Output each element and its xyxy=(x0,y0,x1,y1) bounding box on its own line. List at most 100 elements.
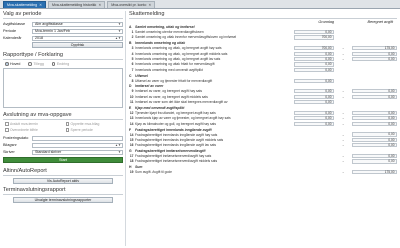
line-description: Fradragsberettiget innenlands inngående … xyxy=(135,137,224,142)
tab-3[interactable]: Mva-oversikt pr. konto ✕ xyxy=(107,1,156,8)
basis-amount: 0,00 xyxy=(294,100,334,105)
line-description: Kjøp av klimakvoter og gull, og beregnet… xyxy=(135,121,216,126)
line-description: Innenlands omsetning og uttak fritatt fo… xyxy=(135,62,215,67)
tax-return-title: Skattemelding xyxy=(129,11,397,19)
tax-line: 5 Innenlands omsetning og uttak, og bereg… xyxy=(129,56,397,62)
form-row: Avgiftsklasse Alm avgiftsklasse ▼ xyxy=(3,21,123,27)
basis-amount: 700,00 xyxy=(294,35,334,40)
tax-line: 4 Innenlands omsetning og uttak, og bereg… xyxy=(129,51,397,56)
field-value: Standard skriver xyxy=(35,150,62,154)
category-title: Fradragsberettiget innførselsmerverdiavg… xyxy=(135,149,206,154)
tax-amount: 175,00 xyxy=(352,170,397,175)
category-title: Innenlands omsetning og uttak xyxy=(135,41,186,46)
field-label: Avgiftsklasse xyxy=(3,22,26,26)
field-input[interactable] xyxy=(32,135,123,141)
line-description: Tjenester kjøpt fra utlandet, og beregne… xyxy=(135,110,216,115)
tax-line: 13 Innenlands kjøp av varer og tjenester,… xyxy=(129,116,397,121)
radio-label: Tillegg xyxy=(33,62,44,66)
start-button[interactable]: Start xyxy=(3,157,123,163)
tab-bar: Mva-skattemelding ✕ Mva-skattemelding hist… xyxy=(0,0,400,9)
tax-line: 16 Fradragsberettiget innenlands inngåend… xyxy=(129,143,397,148)
chevron-down-icon[interactable]: ▼ xyxy=(118,150,122,154)
panel-divider[interactable] xyxy=(125,11,126,246)
close-icon[interactable]: ✕ xyxy=(98,3,101,7)
form-row: Bilagsnr ▲▼ xyxy=(3,142,123,148)
tab-2[interactable]: Mva-skattemelding historikk ✕ xyxy=(48,1,106,8)
category-title: Sum xyxy=(135,165,143,170)
category-title: Fradragsberettiget innenlands inngående … xyxy=(135,127,212,132)
close-section-title: Avslutning av mva-oppgave xyxy=(3,112,123,120)
explanation-textarea[interactable] xyxy=(3,68,123,108)
tab-1[interactable]: Mva-skattemelding ✕ xyxy=(3,1,47,8)
field-label: Skriver xyxy=(3,150,15,154)
chevron-down-icon[interactable]: ▲▼ xyxy=(115,36,122,40)
checkbox-label: Avslutt mva-termin xyxy=(10,122,39,126)
category-title: Utførsel xyxy=(135,73,148,78)
field-value: Mva-termin 1 Jan/Feb xyxy=(35,29,70,33)
field-input[interactable]: ▲▼ xyxy=(32,142,123,148)
line-description: Innenlands omsetning med omvendt avgiftp… xyxy=(135,67,203,72)
arrow-icon: → xyxy=(341,89,345,94)
close-icon[interactable]: ✕ xyxy=(148,3,151,7)
column-headers: Grunnlag Beregnet avgift xyxy=(129,19,397,24)
line-description: Innenlands omsetning og uttak, og beregn… xyxy=(135,46,222,51)
tax-amount: 0,00 xyxy=(352,51,397,56)
tax-amount: 0,00 xyxy=(352,153,397,159)
line-description: Innførsel av varer som det ikke skal ber… xyxy=(135,100,228,105)
arrow-icon: → xyxy=(341,143,345,148)
term-reports-button[interactable]: Utvalgte terminavslutningsrapporter xyxy=(13,197,113,203)
field-label: Bilagsnr xyxy=(3,143,17,147)
basis-amount: 700,00 xyxy=(294,46,334,51)
checkbox xyxy=(5,122,9,126)
tax-amount: 0,00 xyxy=(352,110,397,116)
arrow-icon: → xyxy=(341,46,345,51)
chevron-down-icon[interactable]: ▼ xyxy=(118,29,122,33)
field-value: 2018 xyxy=(35,36,43,40)
tax-line: 14 Fradragsberettiget innenlands inngåend… xyxy=(129,132,397,137)
left-panel: Valg av periode Avgiftsklasse Alm avgifts… xyxy=(3,11,123,246)
tax-amount: 0,00 xyxy=(352,116,397,121)
tax-amount: 0,00 xyxy=(352,56,397,62)
field-input[interactable]: Mva-termin 1 Jan/Feb ▼ xyxy=(32,28,123,34)
line-description: Innførsel av varer, og beregnet avgift h… xyxy=(135,89,203,94)
radio-button[interactable] xyxy=(5,62,9,66)
chevron-down-icon[interactable]: ▲▼ xyxy=(115,143,122,147)
basis-amount: 0,00 xyxy=(294,51,334,56)
close-icon[interactable]: ✕ xyxy=(39,3,42,7)
tax-amount: 0,00 xyxy=(352,159,397,164)
line-description: Samlet omsetning og uttak innenfor merve… xyxy=(135,35,237,40)
report-type-radios: Hoved Tillegg Endring xyxy=(5,62,123,66)
tax-line: 8 Utførsel av varer og tjenester fritatt … xyxy=(129,78,397,83)
checkbox xyxy=(65,122,69,126)
period-fields: Avgiftsklasse Alm avgiftsklasse ▼ Periode Mv… xyxy=(3,21,123,41)
chevron-down-icon[interactable]: ▼ xyxy=(118,22,122,26)
tab-label: Mva-oversikt pr. konto xyxy=(111,3,147,7)
field-input[interactable]: 2018 ▲▼ xyxy=(32,35,123,41)
checkbox-option: Sperre periode xyxy=(65,128,124,132)
line-description: Fradragsberettiget innenlands inngående … xyxy=(135,143,217,148)
checkbox-option: Opprette mva-bilag xyxy=(65,122,124,126)
tax-amount: 0,00 xyxy=(352,132,397,137)
basis-amount: 0,00 xyxy=(294,29,334,35)
checkbox-option: Overordnete bilfrie xyxy=(5,128,63,132)
tax-line: 7 Innenlands omsetning med omvendt avgift… xyxy=(129,67,397,72)
arrow-icon: → xyxy=(341,51,345,56)
basis-amount: 0,00 xyxy=(294,121,334,126)
tax-line: 15 Fradragsberettiget innenlands inngåend… xyxy=(129,137,397,142)
checkbox-label: Sperre periode xyxy=(70,128,93,132)
field-input[interactable]: Standard skriver ▼ xyxy=(32,149,123,155)
basis-amount: 0,00 xyxy=(294,116,334,121)
arrow-icon: → xyxy=(341,154,345,159)
arrow-icon: → xyxy=(341,121,345,126)
field-label: Periode xyxy=(3,29,17,33)
tab-label: Mva-skattemelding historikk xyxy=(52,3,97,7)
checkbox-option: Avslutt mva-termin xyxy=(5,122,63,126)
field-input[interactable]: Alm avgiftsklasse ▼ xyxy=(32,21,123,27)
checkbox-label: Overordnete bilfrie xyxy=(10,128,38,132)
report-section-title: Rapporttype / Forklaring xyxy=(3,52,123,60)
category-title: Kjøp med omvendt avgiftsplikt xyxy=(135,105,185,110)
refresh-button[interactable]: Oppfrisk xyxy=(32,42,123,48)
autoreport-button[interactable]: Vis AutoReport aktiv xyxy=(13,178,113,184)
radio-option[interactable]: Hoved xyxy=(5,62,20,66)
form-row: Posteringsdato xyxy=(3,135,123,141)
